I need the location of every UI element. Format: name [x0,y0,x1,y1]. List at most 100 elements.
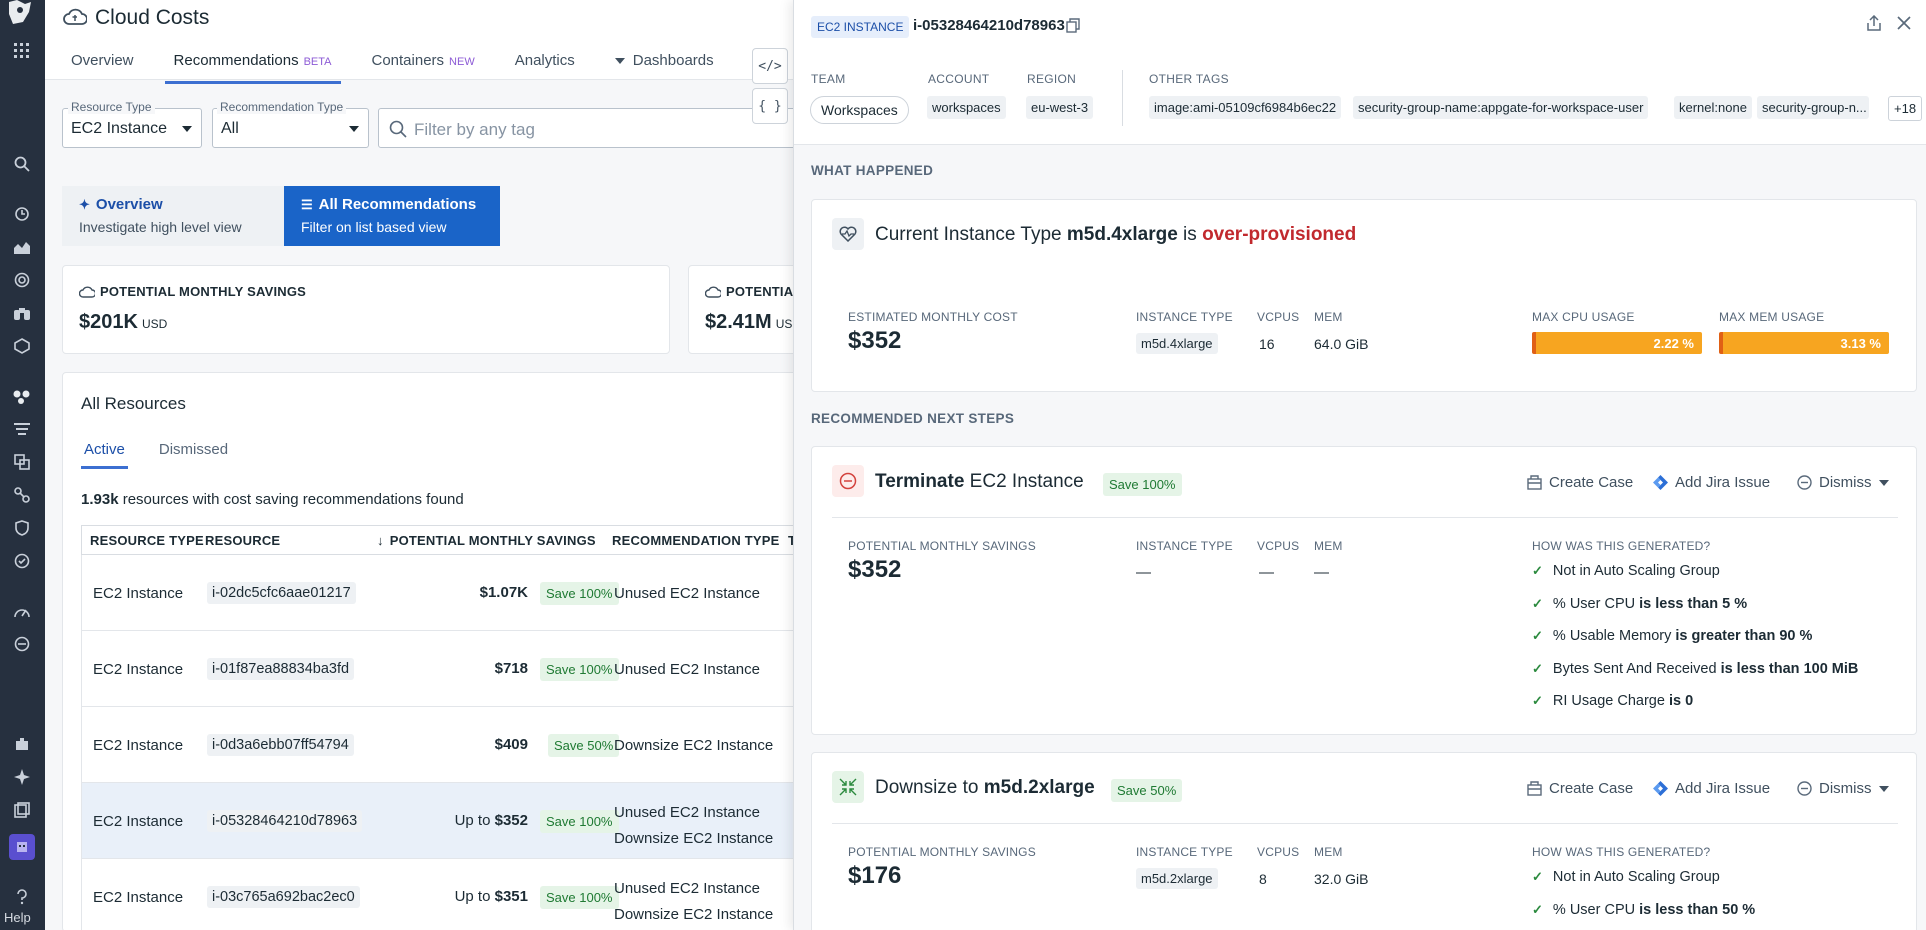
user-avatar-icon[interactable] [9,834,35,860]
instance-type-tag: EC2 INSTANCE [811,16,910,38]
close-icon[interactable] [1896,15,1912,31]
check-icon: ✓ [1532,563,1543,578]
row-recommendation: Unused EC2 Instance [614,661,760,678]
add-jira-issue-button[interactable]: Add Jira Issue [1653,474,1770,491]
resource-type-select[interactable]: EC2 Instance [62,108,202,148]
create-case-button[interactable]: Create Case [1527,780,1633,797]
speedometer-icon[interactable] [9,598,35,624]
results-count: 1.93k resources with cost saving recomme… [81,491,464,508]
tag-chip[interactable]: kernel:none [1674,96,1752,119]
search-placeholder: Filter by any tag [414,120,535,139]
recommendation-type-value: All [221,120,239,137]
instance-type-value: m5d.4xlarge [1136,333,1218,354]
dismiss-circle-icon [1797,475,1812,490]
divider [832,823,1898,824]
tab-dashboards[interactable]: Dashboards [606,52,723,84]
security-shield-icon[interactable] [9,515,35,541]
dashboards-icon[interactable] [9,234,35,260]
save-badge: Save 100% [1103,473,1182,496]
table-row[interactable]: EC2 Instance i-02dc5cfc6aae01217 $1.07K … [81,555,803,631]
col-resource-type[interactable]: RESOURCE TYPE [90,533,204,548]
criteria-item: ✓ Not in Auto Scaling Group [1532,563,1720,579]
row-resource-type: EC2 Instance [93,661,184,678]
downsize-title: Downsize to m5d.2xlarge [875,777,1095,799]
row-recommendation-2: Downsize EC2 Instance [614,830,774,847]
tab-analytics[interactable]: Analytics [506,52,584,84]
history-icon[interactable] [9,201,35,227]
max-mem-label: MAX MEM USAGE [1719,310,1825,324]
heartbeat-icon [832,218,864,250]
integrations-icon[interactable] [9,333,35,359]
add-jira-issue-button[interactable]: Add Jira Issue [1653,780,1770,797]
more-tags-button[interactable]: +18 [1888,96,1923,121]
logs-icon[interactable] [9,416,35,442]
copy-icon[interactable] [1066,18,1080,33]
apps-grid-icon[interactable] [9,38,35,64]
puzzle-icon[interactable] [9,731,35,757]
cloud-icon [79,285,95,298]
criteria-condition: is 0 [1668,693,1694,709]
table-row-selected[interactable]: EC2 Instance i-05328464210d78963 Up to $… [81,783,803,859]
criteria-condition: is less than 50 % [1639,902,1756,918]
monthly-savings-label: POTENTIAL MONTHLY SAVINGS [100,284,307,299]
help-label[interactable]: Help [4,910,31,925]
dismiss-label: Dismiss [1819,780,1872,797]
check-icon: ✓ [1532,661,1543,676]
region-value[interactable]: eu-west-3 [1026,96,1094,119]
row-resource-id[interactable]: i-03c765a692bac2ec0 [207,886,360,908]
apm-icon[interactable] [9,449,35,475]
row-resource-id[interactable]: i-0d3a6ebb07ff54794 [207,734,354,756]
col-resource[interactable]: RESOURCE [205,533,280,548]
drawer-header: EC2 INSTANCE i-05328464210d78963 TEAM AC… [794,0,1926,145]
datadog-logo[interactable] [5,0,35,26]
help-icon[interactable] [9,884,35,910]
network-icon[interactable] [9,482,35,508]
tab-containers[interactable]: Containers NEW [363,52,484,84]
row-resource-id[interactable]: i-05328464210d78963 [207,810,363,832]
all-recommendations-view-toggle[interactable]: ☰ All Recommendations Filter on list base… [284,186,500,246]
tab-dismissed[interactable]: Dismissed [156,441,231,469]
team-value[interactable]: Workspaces [810,96,909,124]
account-value[interactable]: workspaces [927,96,1006,119]
table-row[interactable]: EC2 Instance i-01f87ea88834ba3fd $718 Sa… [81,631,803,707]
ci-icon[interactable] [9,631,35,657]
dismiss-dropdown[interactable]: Dismiss [1797,474,1889,491]
synthetics-icon[interactable] [9,548,35,574]
current-instance-title: Current Instance Type m5d.4xlarge is ove… [875,224,1356,246]
other-tags-label: OTHER TAGS [1149,72,1229,86]
monitors-icon[interactable] [9,267,35,293]
tab-active[interactable]: Active [81,441,128,469]
overview-view-subtitle: Investigate high level view [79,219,242,235]
tab-recommendations[interactable]: Recommendations BETA [164,52,341,84]
criteria-text: Bytes Sent And Received [1552,661,1721,677]
col-recommendation-type[interactable]: RECOMMENDATION TYPE [612,533,780,548]
tag-chip[interactable]: image:ami-05109cf6984b6ec22 [1149,96,1342,119]
row-resource-id[interactable]: i-01f87ea88834ba3fd [207,658,355,680]
tab-overview[interactable]: Overview [62,52,143,84]
dismiss-dropdown[interactable]: Dismiss [1797,780,1889,797]
share-icon[interactable] [1866,15,1882,32]
binoculars-icon[interactable] [9,300,35,326]
criteria-text: % User CPU [1552,902,1640,918]
tag-chip[interactable]: security-group-name:appgate-for-workspac… [1353,96,1649,119]
downsize-vcpus-value: 8 [1259,871,1267,887]
tag-filter-input[interactable]: Filter by any tag [378,108,798,148]
infrastructure-icon[interactable] [9,384,35,410]
col-potential-savings[interactable]: ↓ POTENTIAL MONTHLY SAVINGS [377,533,596,548]
table-row[interactable]: EC2 Instance i-0d3a6ebb07ff54794 $409 Sa… [81,707,803,783]
search-icon[interactable] [9,151,35,177]
json-view-button[interactable]: { } [752,88,788,124]
recommendation-type-select[interactable]: All [212,108,369,148]
table-row[interactable]: EC2 Instance i-03c765a692bac2ec0 Up to $… [81,859,803,930]
jira-icon [1653,781,1668,796]
tag-chip[interactable]: security-group-n... [1757,96,1869,119]
create-case-button[interactable]: Create Case [1527,474,1633,491]
overview-view-toggle[interactable]: ✦ Overview Investigate high level view [62,186,284,246]
mem-label: MEM [1314,310,1343,324]
sparkle-icon[interactable] [9,764,35,790]
row-resource-id[interactable]: i-02dc5cfc6aae01217 [207,582,356,604]
page-title: Cloud Costs [95,6,210,29]
notebooks-icon[interactable] [9,797,35,823]
criteria-text: % User CPU [1552,596,1640,612]
code-view-button[interactable]: </> [752,48,788,84]
